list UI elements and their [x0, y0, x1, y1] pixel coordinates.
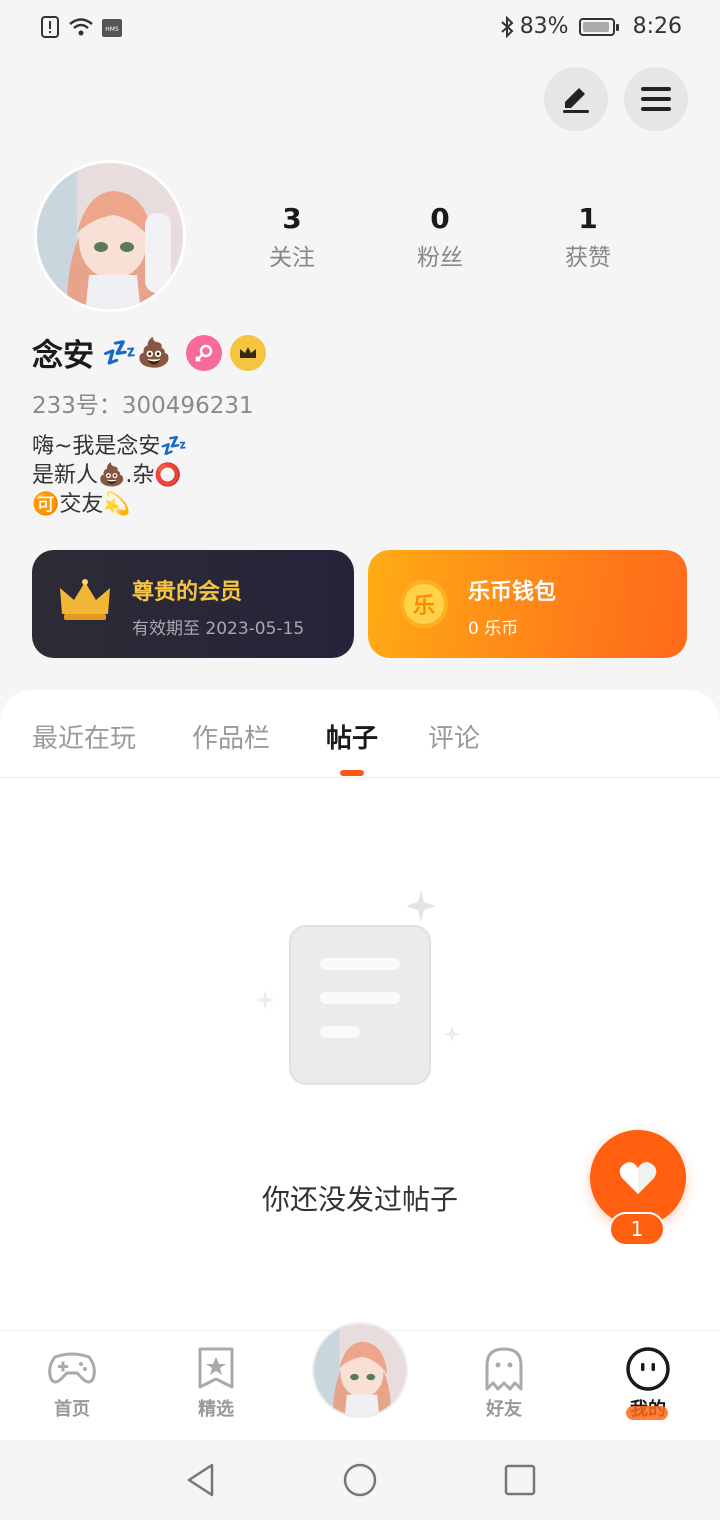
- ghost-icon: [485, 1347, 523, 1391]
- home-circle-icon[interactable]: [342, 1462, 378, 1498]
- profile-stats: 3 关注 0 粉丝 1 获赞: [218, 200, 662, 278]
- smiley-face-icon: [626, 1347, 670, 1391]
- coin-balance: 0 乐币: [468, 619, 519, 639]
- bookmark-star-icon: [198, 1347, 234, 1389]
- profile-avatar[interactable]: [34, 160, 186, 312]
- system-nav-bar: [0, 1440, 720, 1520]
- stat-label: 获赞: [565, 245, 611, 271]
- gamepad-icon: [48, 1352, 96, 1384]
- username: 念安: [32, 338, 94, 374]
- stat-label: 关注: [269, 245, 315, 271]
- back-triangle-icon[interactable]: [184, 1462, 218, 1498]
- vip-crown-icon[interactable]: [229, 334, 266, 371]
- nav-label: 首页: [54, 1399, 90, 1420]
- nav-featured[interactable]: 精选: [166, 1345, 266, 1421]
- heart-icon: [619, 1162, 657, 1194]
- user-id: 233号：300496231: [32, 393, 254, 419]
- bio-line: 🉑交友💫: [32, 492, 131, 517]
- active-tab-indicator: [340, 770, 364, 776]
- vip-member-card[interactable]: 尊贵的会员 有效期至 2023-05-15: [32, 550, 354, 658]
- tab-comments[interactable]: 评论: [428, 718, 480, 755]
- clock-time: 8:26: [632, 14, 682, 39]
- battery-percent: 83%: [519, 14, 569, 39]
- vip-card-title: 尊贵的会员: [132, 580, 243, 605]
- bio: 嗨~我是念安💤 是新人💩.杂⭕ 🉑交友💫: [32, 432, 188, 519]
- stat-value: 3: [282, 202, 302, 235]
- nav-active-indicator: [626, 1406, 668, 1420]
- battery-icon: [578, 17, 619, 36]
- empty-document-icon: [255, 890, 460, 1085]
- wifi-icon: [69, 18, 93, 36]
- hamburger-menu-icon: [641, 87, 671, 111]
- name-row: 念安 💤💩: [32, 330, 266, 375]
- nav-home[interactable]: 首页: [22, 1345, 122, 1421]
- status-bar: HMS 83% 8:26: [0, 0, 720, 56]
- stat-likes[interactable]: 1 获赞: [514, 200, 662, 278]
- vip-card-expiry: 有效期至 2023-05-15: [132, 619, 305, 639]
- stat-value: 0: [430, 202, 450, 235]
- tab-works[interactable]: 作品栏: [192, 718, 270, 755]
- female-gender-icon: [185, 334, 222, 371]
- edit-profile-button[interactable]: [544, 67, 608, 131]
- tab-recent-played[interactable]: 最近在玩: [32, 718, 136, 755]
- coin-wallet-card[interactable]: 乐 乐币钱包 0 乐币: [368, 550, 687, 658]
- gold-crown-icon: [60, 579, 110, 620]
- stat-value: 1: [578, 202, 598, 235]
- stat-label: 粉丝: [417, 245, 463, 271]
- menu-button[interactable]: [624, 67, 688, 131]
- like-count-badge: 1: [609, 1212, 665, 1246]
- center-avatar-button[interactable]: [312, 1322, 408, 1418]
- profile-tabs: 最近在玩 作品栏 帖子 评论: [0, 690, 720, 778]
- bio-line: 嗨~我是念安💤: [32, 434, 188, 459]
- nav-friends[interactable]: 好友: [454, 1345, 554, 1421]
- bio-line: 是新人💩.杂⭕: [32, 463, 182, 488]
- alert-icon: [41, 16, 59, 38]
- svg-text:HMS: HMS: [105, 26, 119, 33]
- hms-icon: HMS: [102, 19, 122, 37]
- stat-followers[interactable]: 0 粉丝: [366, 200, 514, 278]
- stat-following[interactable]: 3 关注: [218, 200, 366, 278]
- nav-label: 好友: [486, 1399, 522, 1420]
- tab-posts[interactable]: 帖子: [326, 718, 378, 755]
- coin-icon: 乐: [400, 580, 448, 628]
- coin-card-title: 乐币钱包: [468, 580, 557, 605]
- bluetooth-icon: [501, 15, 514, 38]
- recents-square-icon[interactable]: [504, 1464, 536, 1496]
- nav-label: 精选: [198, 1399, 234, 1420]
- pencil-icon: [563, 88, 589, 113]
- username-emoji: 💤💩: [102, 335, 172, 369]
